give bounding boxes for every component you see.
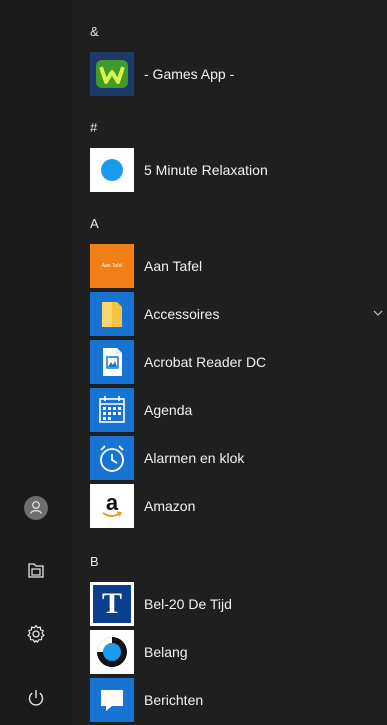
app-item-accessoires[interactable]: Accessoires	[90, 292, 387, 336]
power-button[interactable]	[20, 682, 52, 714]
app-item-alarmen-en-klok[interactable]: Alarmen en klok	[90, 436, 387, 480]
chevron-down-icon[interactable]	[371, 306, 385, 320]
relaxation-icon	[90, 148, 134, 192]
app-label: Agenda	[144, 402, 193, 418]
app-label: Accessoires	[144, 306, 220, 322]
app-label: 5 Minute Relaxation	[144, 162, 268, 178]
app-item-aan-tafel[interactable]: Aan Tafel Aan Tafel	[90, 244, 387, 288]
app-item-berichten[interactable]: Berichten	[90, 678, 387, 722]
app-item-bel-20-de-tijd[interactable]: T Bel-20 De Tijd	[90, 582, 387, 626]
de-tijd-icon: T	[90, 582, 134, 626]
section-header-number[interactable]: #	[90, 120, 97, 135]
app-item-belang[interactable]: Belang	[90, 630, 387, 674]
user-icon	[24, 496, 48, 520]
app-list: & - Games App - # 5 Minute Relaxation A …	[72, 0, 387, 725]
app-item-acrobat-reader-dc[interactable]: Acrobat Reader DC	[90, 340, 387, 384]
app-label: Berichten	[144, 692, 204, 708]
app-label: Aan Tafel	[144, 258, 203, 274]
amazon-icon: a	[90, 484, 134, 528]
section-header-b[interactable]: B	[90, 554, 99, 569]
user-avatar-button[interactable]	[20, 492, 52, 524]
folder-icon	[90, 292, 134, 336]
app-item-agenda[interactable]: Agenda	[90, 388, 387, 432]
aan-tafel-logo-text: Aan Tafel	[101, 263, 123, 269]
power-icon	[28, 690, 44, 706]
app-item-games-app[interactable]: - Games App -	[90, 52, 387, 96]
belang-icon	[90, 630, 134, 674]
alarm-clock-icon	[90, 436, 134, 480]
app-label: Amazon	[144, 498, 196, 514]
aan-tafel-icon: Aan Tafel	[90, 244, 134, 288]
app-label: Acrobat Reader DC	[144, 354, 267, 370]
app-label: Bel-20 De Tijd	[144, 596, 232, 612]
documents-button[interactable]	[20, 554, 52, 586]
app-item-5-minute-relaxation[interactable]: 5 Minute Relaxation	[90, 148, 387, 192]
section-header-ampersand[interactable]: &	[90, 24, 99, 39]
messages-icon	[90, 678, 134, 722]
de-tijd-logo-letter: T	[101, 587, 122, 620]
calendar-icon	[90, 388, 134, 432]
app-label: Belang	[144, 644, 188, 660]
acrobat-icon	[90, 340, 134, 384]
documents-icon	[28, 563, 44, 578]
gear-icon	[27, 624, 45, 643]
settings-button[interactable]	[20, 618, 52, 650]
app-label: - Games App -	[144, 66, 235, 82]
games-app-icon	[90, 52, 134, 96]
start-menu-rail	[0, 0, 72, 725]
app-item-amazon[interactable]: a Amazon	[90, 484, 387, 528]
section-header-a[interactable]: A	[90, 216, 99, 231]
app-label: Alarmen en klok	[144, 450, 245, 466]
